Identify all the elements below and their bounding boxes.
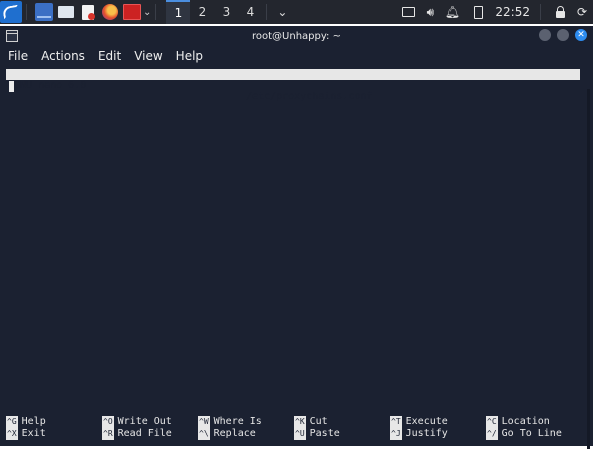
shortcut-location[interactable]: ^C Location [486,416,550,428]
shortcut-label: Help [21,416,46,427]
panel-separator [266,4,268,20]
shortcut-write-out[interactable]: ^O Write Out [102,416,172,428]
terminal-content[interactable]: GNU nano 6.0 /etc/proxychains.conf ^G Hel… [6,69,604,460]
shortcut-key: ^R [102,428,114,440]
nano-filename: /etc/proxychains.conf [246,91,373,102]
shortcut-go-to-line[interactable]: ^/Go To Line [486,428,562,440]
shortcut-label: Go To Line [501,428,562,439]
window-title: root@Unhappy: ~ [252,30,341,42]
text-cursor [9,81,14,92]
shortcut-label: Replace [213,428,256,439]
shortcut-execute[interactable]: ^T Execute [390,416,448,428]
nano-title-bar: GNU nano 6.0 /etc/proxychains.conf [6,69,580,102]
shortcut-key: ^G [6,416,18,428]
menu-help[interactable]: Help [176,49,203,63]
panel-separator [26,4,27,20]
shortcut-key: ^/ [486,428,498,440]
shortcut-paste[interactable]: ^U Paste [294,428,340,440]
file-manager-icon[interactable] [57,3,75,21]
window-titlebar[interactable]: root@Unhappy: ~ ✕ [0,26,593,46]
menu-view[interactable]: View [134,49,162,63]
shortcut-help[interactable]: ^G Help [6,416,46,428]
volume-icon[interactable]: 🔊︎ [419,5,441,20]
shortcut-key: ^W [198,416,210,428]
system-tray: 🔊︎ 🔔︎ 22:52 ⟳ [393,0,593,24]
shortcut-label: Cut [309,416,328,427]
shortcut-cut[interactable]: ^K Cut [294,416,328,428]
workspace-switcher: 1 2 3 4 [166,0,262,24]
shortcut-label: Where Is [213,416,262,427]
panel-separator [155,4,157,20]
firefox-icon[interactable] [101,3,119,21]
shortcut-where-is[interactable]: ^W Where Is [198,416,262,428]
nano-version: GNU nano 6.0 [14,80,87,91]
shortcut-justify[interactable]: ^J Justify [390,428,448,440]
shortcut-label: Execute [405,416,448,427]
top-panel: ⌄ 1 2 3 4 ⌄ 🔊︎ 🔔︎ 22:52 ⟳ [0,0,593,24]
shortcut-key: ^O [102,416,114,428]
chevron-down-icon[interactable]: ⌄ [143,7,151,18]
shortcut-key: ^X [6,428,18,440]
shortcut-label: Paste [309,428,340,439]
menu-actions[interactable]: Actions [41,49,85,63]
workspace-4[interactable]: 4 [238,0,262,24]
close-button[interactable]: ✕ [575,29,587,41]
notification-icon[interactable]: 🔔︎ [441,5,463,19]
shortcut-key: ^J [390,428,402,440]
shortcut-key: ^C [486,416,498,428]
shortcut-replace[interactable]: ^\ Replace [198,428,256,440]
menu-file[interactable]: File [8,49,28,63]
shortcut-label: Location [501,416,550,427]
workspace-3[interactable]: 3 [214,0,238,24]
kali-menu-icon[interactable] [0,1,22,23]
shortcut-label: Exit [21,428,46,439]
shortcut-key: ^U [294,428,306,440]
menu-edit[interactable]: Edit [98,49,121,63]
battery-icon[interactable] [467,3,489,21]
logout-icon[interactable]: ⟳ [571,5,593,19]
panel-separator [540,4,541,20]
window-buttons: ✕ [539,29,587,41]
clock[interactable]: 22:52 [489,5,536,19]
workspace-2[interactable]: 2 [190,0,214,24]
shortcut-key: ^T [390,416,402,428]
shortcut-label: Write Out [117,416,172,427]
shortcut-key: ^\ [198,428,210,440]
maximize-button[interactable] [557,29,569,41]
menu-bar: File Actions Edit View Help [0,46,593,66]
shortcut-label: Read File [117,428,172,439]
shortcut-key: ^K [294,416,306,428]
text-editor-icon[interactable] [79,3,97,21]
lock-icon[interactable] [549,3,571,21]
minimize-button[interactable] [539,29,551,41]
shortcut-read-file[interactable]: ^R Read File [102,428,172,440]
workspace-1[interactable]: 1 [166,0,191,24]
monitor-icon[interactable] [397,3,419,21]
shortcut-exit[interactable]: ^X Exit [6,428,46,440]
window-list-chevron-icon[interactable]: ⌄ [277,5,287,19]
terminal-icon[interactable] [123,3,141,21]
window-app-icon[interactable] [6,30,18,42]
show-desktop-icon[interactable] [35,3,53,21]
shortcut-label: Justify [405,428,448,439]
